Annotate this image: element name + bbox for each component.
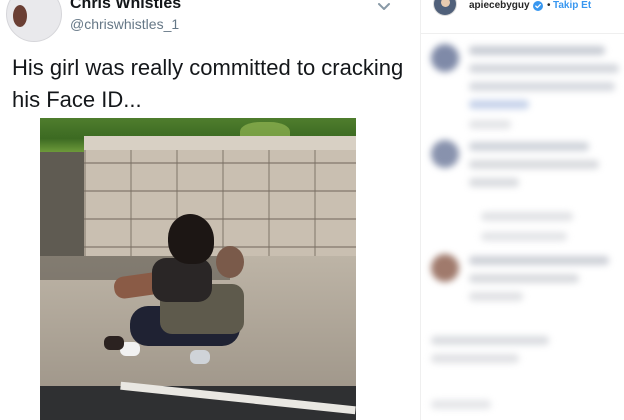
photo-wall-shadow: [40, 152, 90, 256]
avatar: [431, 254, 459, 282]
blurred-text: [469, 82, 615, 91]
blurred-text: [481, 232, 567, 241]
blurred-text: [469, 142, 589, 151]
blurred-text: [469, 256, 609, 265]
blurred-text: [469, 178, 519, 187]
blurred-text: [469, 100, 529, 109]
tweet-author-name: Chris Whistles: [70, 0, 182, 12]
photo-foreground-rail: [40, 386, 356, 420]
tweet-text: His girl was really committed to crackin…: [12, 55, 404, 112]
blurred-text: [469, 46, 605, 55]
avatar: [431, 44, 459, 72]
post-header: apiecebyguy • Takip Et: [421, 0, 624, 34]
post-media: Chris Whistles @chriswhistles_1 His girl…: [0, 0, 420, 420]
avatar[interactable]: [433, 0, 457, 16]
post-username[interactable]: apiecebyguy: [469, 0, 530, 11]
blurred-text: [469, 160, 599, 169]
blurred-text: [469, 274, 579, 283]
blurred-text: [481, 212, 573, 221]
tweet-avatar: [6, 0, 62, 42]
post-sidebar: apiecebyguy • Takip Et: [420, 0, 624, 420]
tweet-header: Chris Whistles @chriswhistles_1: [0, 0, 420, 46]
tweet-photo: [40, 118, 356, 420]
photo-person-a-body: [152, 258, 212, 302]
blurred-text: [431, 336, 549, 345]
avatar: [431, 140, 459, 168]
blurred-text: [469, 64, 619, 73]
photo-person-b-head: [216, 246, 244, 278]
photo-shoe: [104, 336, 124, 350]
blurred-text: [469, 292, 523, 301]
blurred-text: [431, 354, 519, 363]
blurred-text: [469, 120, 511, 129]
blurred-text: [431, 400, 491, 409]
follow-button[interactable]: Takip Et: [553, 0, 591, 11]
chevron-down-icon: [378, 3, 390, 10]
tweet-author-handle: @chriswhistles_1: [70, 16, 180, 32]
comments-list: [421, 34, 624, 420]
verified-badge-icon: [533, 1, 543, 11]
separator-dot: •: [547, 0, 551, 11]
photo-shoe: [190, 350, 210, 364]
photo-person-a-hair: [168, 214, 214, 264]
